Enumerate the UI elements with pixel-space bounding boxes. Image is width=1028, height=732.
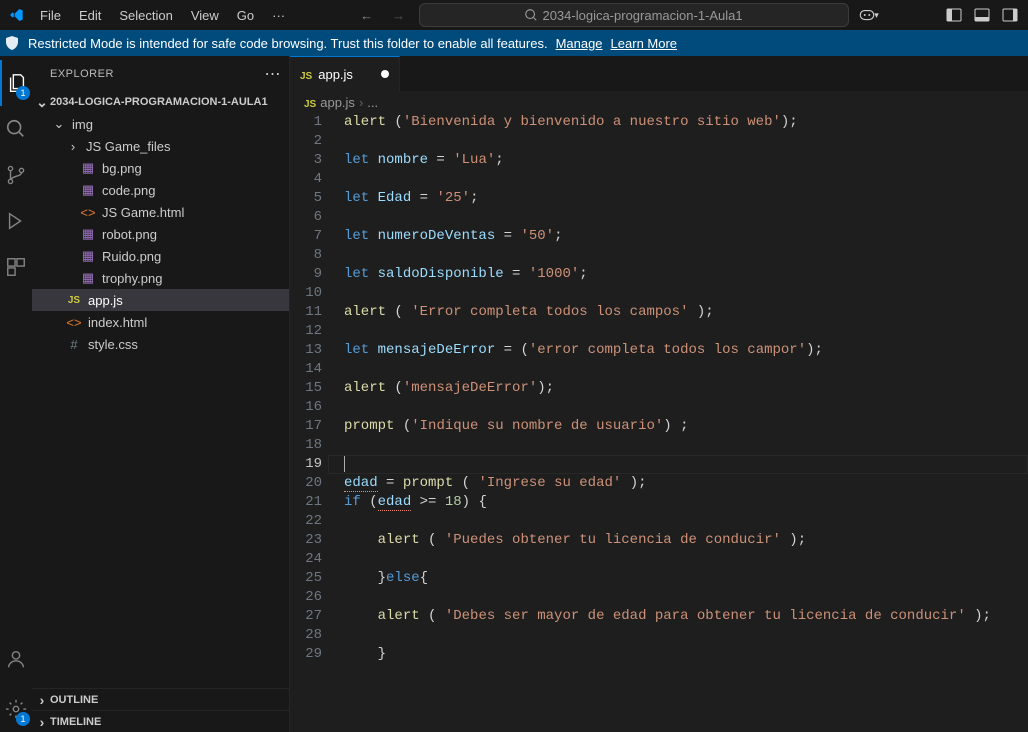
play-bug-icon — [5, 210, 27, 232]
sidebar-more-icon[interactable]: ⋯ — [265, 64, 282, 84]
image-icon: ▦ — [80, 270, 96, 286]
menu-go[interactable]: Go — [229, 4, 262, 27]
branch-icon — [5, 164, 27, 186]
activitybar: 1 1 — [0, 56, 32, 732]
file-appjs[interactable]: JS app.js — [32, 289, 289, 311]
chevron-right-icon: › — [34, 692, 50, 708]
copilot-icon[interactable]: ▾ — [857, 3, 881, 27]
code-editor[interactable]: 1234567891011121314151617181920212223242… — [290, 113, 1028, 732]
restricted-mode-banner: Restricted Mode is intended for safe cod… — [0, 30, 1028, 56]
menu-view[interactable]: View — [183, 4, 227, 27]
learn-more-link[interactable]: Learn More — [611, 36, 677, 51]
breadcrumbs[interactable]: JS app.js › ... — [290, 91, 1028, 113]
timeline-section[interactable]: › TIMELINE — [32, 710, 289, 732]
image-icon: ▦ — [80, 226, 96, 242]
menu-selection[interactable]: Selection — [111, 4, 180, 27]
menu-more[interactable]: ··· — [264, 4, 293, 27]
file-bgpng[interactable]: ▦ bg.png — [32, 157, 289, 179]
folder-jsgamefiles[interactable]: › JS Game_files — [32, 135, 289, 157]
breadcrumb-more: ... — [367, 95, 378, 110]
command-center-text: 2034-logica-programacion-1-Aula1 — [542, 8, 742, 23]
restricted-mode-message: Restricted Mode is intended for safe cod… — [28, 36, 548, 51]
js-icon: JS — [304, 95, 316, 110]
layout-panel-left-icon[interactable] — [942, 3, 966, 27]
tab-label: app.js — [318, 67, 353, 82]
js-icon: JS — [300, 67, 312, 82]
file-indexhtml[interactable]: <> index.html — [32, 311, 289, 333]
activity-source-control[interactable] — [0, 152, 32, 198]
activity-explorer[interactable]: 1 — [0, 60, 32, 106]
activity-account[interactable] — [0, 636, 32, 682]
tab-appjs[interactable]: JS app.js — [290, 56, 400, 91]
menu-edit[interactable]: Edit — [71, 4, 109, 27]
activity-settings[interactable]: 1 — [0, 686, 32, 732]
file-codepng[interactable]: ▦ code.png — [32, 179, 289, 201]
breadcrumb-file: app.js — [320, 95, 355, 110]
file-tree: ⌄ img › JS Game_files ▦ bg.png ▦ code.pn… — [32, 113, 289, 688]
layout-panel-right-icon[interactable] — [998, 3, 1022, 27]
cursor — [344, 455, 345, 472]
nav-forward-icon[interactable]: → — [387, 3, 411, 27]
editor-tabs: JS app.js — [290, 56, 1028, 91]
manage-link[interactable]: Manage — [556, 36, 603, 51]
activity-extensions[interactable] — [0, 244, 32, 290]
sidebar: EXPLORER ⋯ ⌄ 2034-LOGICA-PROGRAMACION-1-… — [32, 56, 290, 732]
explorer-badge: 1 — [16, 86, 30, 100]
vscode-logo-icon — [8, 7, 24, 23]
chevron-down-icon: ⌄ — [34, 94, 50, 111]
file-stylecss[interactable]: # style.css — [32, 333, 289, 355]
editor: JS app.js JS app.js › ... 12345678910111… — [290, 56, 1028, 732]
account-icon — [5, 648, 27, 670]
html-icon: <> — [80, 205, 96, 220]
line-gutter: 1234567891011121314151617181920212223242… — [290, 113, 336, 732]
chevron-right-icon: › — [34, 714, 50, 730]
file-jsgamehtml[interactable]: <> JS Game.html — [32, 201, 289, 223]
chevron-right-icon: › — [66, 139, 80, 154]
activity-search[interactable] — [0, 106, 32, 152]
image-icon: ▦ — [80, 248, 96, 264]
chevron-right-icon: › — [359, 95, 363, 110]
workspace-root[interactable]: ⌄ 2034-LOGICA-PROGRAMACION-1-AULA1 — [32, 91, 289, 113]
shield-icon — [4, 35, 20, 51]
css-icon: # — [66, 337, 82, 352]
extensions-icon — [5, 256, 27, 278]
outline-section[interactable]: › OUTLINE — [32, 688, 289, 710]
js-icon: JS — [66, 295, 82, 306]
layout-panel-bottom-icon[interactable] — [970, 3, 994, 27]
file-robotpng[interactable]: ▦ robot.png — [32, 223, 289, 245]
command-center[interactable]: 2034-logica-programacion-1-Aula1 — [419, 3, 849, 27]
search-icon — [5, 118, 27, 140]
code-content[interactable]: alert ('Bienvenida y bienvenido a nuestr… — [336, 113, 1028, 732]
dirty-indicator-icon — [381, 70, 389, 78]
titlebar: File Edit Selection View Go ··· ← → 2034… — [0, 0, 1028, 30]
file-ruidopng[interactable]: ▦ Ruido.png — [32, 245, 289, 267]
chevron-down-icon: ⌄ — [52, 116, 66, 132]
image-icon: ▦ — [80, 182, 96, 198]
file-trophypng[interactable]: ▦ trophy.png — [32, 267, 289, 289]
folder-img[interactable]: ⌄ img — [32, 113, 289, 135]
image-icon: ▦ — [80, 160, 96, 176]
menu-file[interactable]: File — [32, 4, 69, 27]
html-icon: <> — [66, 315, 82, 330]
activity-run-debug[interactable] — [0, 198, 32, 244]
sidebar-title: EXPLORER ⋯ — [32, 56, 289, 91]
nav-back-icon[interactable]: ← — [355, 3, 379, 27]
settings-badge: 1 — [16, 712, 30, 726]
search-icon — [524, 8, 538, 22]
